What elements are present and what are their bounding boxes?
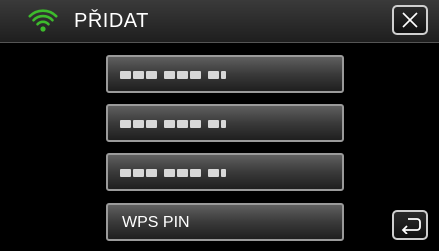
network-item-2[interactable] (106, 104, 344, 142)
return-icon (401, 218, 421, 234)
network-item-1[interactable] (106, 55, 344, 93)
title-bar: PŘIDAT (0, 0, 439, 43)
wps-pin-button[interactable]: WPS PIN (106, 203, 344, 241)
close-button[interactable] (392, 5, 428, 35)
return-button[interactable] (392, 210, 428, 240)
network-item-3[interactable] (106, 153, 344, 191)
screen: PŘIDAT WPS PIN (0, 0, 439, 251)
wps-pin-label: WPS PIN (122, 214, 190, 231)
page-title: PŘIDAT (74, 10, 149, 32)
masked-network-name (120, 167, 250, 179)
masked-network-name (120, 118, 250, 130)
close-icon (402, 12, 418, 28)
wifi-icon (28, 9, 58, 33)
masked-network-name (120, 69, 250, 81)
